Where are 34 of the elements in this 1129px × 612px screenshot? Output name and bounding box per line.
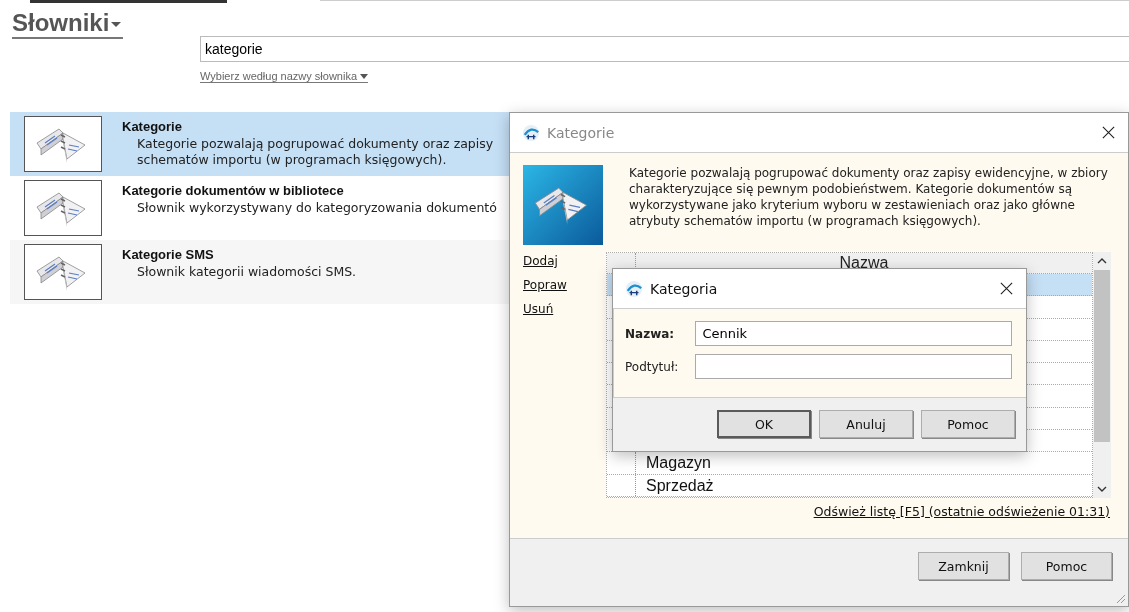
dialog-button[interactable]: Pomoc (1021, 552, 1112, 580)
dialog-button[interactable]: OK (717, 410, 811, 438)
scrollbar[interactable] (1093, 252, 1111, 498)
window-description: Kategorie pozwalają pogrupować dokumenty oraz zapisy ewidencyjne, w zbiory charakteryzujące się pewnym podobieństwem. Kategorie dokumentów są wykorzystywane jako kryterium wyboru w zestawieniach oraz jako główne atrybuty schematów importu (w programach księgowych). (629, 165, 1109, 230)
grid-row[interactable]: Sprzedaż (607, 474, 1092, 498)
close-icon[interactable] (999, 281, 1014, 296)
dialog-button[interactable]: Pomoc (921, 410, 1015, 438)
dictionary-description: Słownik wykorzystywany do kategoryzowania dokumentó (137, 200, 497, 216)
dictionary-name: Kategorie dokumentów w bibliotece (122, 183, 345, 198)
text-field[interactable] (695, 354, 1012, 379)
dictionary-description: Kategorie pozwalają pogrupować dokumenty oraz zapisy schematów importu (w programach księgowych). (137, 136, 494, 168)
dialog-button[interactable]: Anuluj (819, 410, 913, 438)
action-link[interactable]: Usuń (523, 302, 554, 316)
dictionary-name: Kategorie SMS (122, 247, 215, 262)
dictionary-item[interactable]: Kategorie SMS Słownik kategorii wiadomości SMS. (10, 240, 510, 304)
filter-dropdown-link[interactable]: Wybierz według nazwy słownika (200, 70, 369, 83)
search-field[interactable]: kategorie (200, 36, 1129, 62)
dialog-button[interactable]: Zamknij (918, 552, 1009, 580)
refresh-link[interactable]: Odśwież listę [F5] (ostatnie odświeżenie 01:31) (813, 504, 1110, 519)
dictionary-item[interactable]: Kategorie Kategorie pozwalają pogrupować dokumenty oraz zapisy schematów importu (w programach księgowych). (10, 112, 510, 176)
text-field[interactable]: Cennik (695, 321, 1012, 346)
dictionary-name: Kategorie (122, 119, 183, 134)
field-label: Nazwa: (625, 326, 676, 341)
resize-grip-icon[interactable] (1114, 592, 1126, 604)
app-logo-icon (625, 279, 643, 298)
action-link[interactable]: Dodaj (523, 254, 558, 268)
app-logo-icon (522, 123, 540, 142)
field-label: Podtytuł: (625, 359, 680, 374)
dialog-title: Kategoria (650, 280, 718, 297)
window-title: Kategorie (547, 124, 615, 141)
page-title[interactable]: Słowniki (12, 9, 124, 39)
dictionary-description: Słownik kategorii wiadomości SMS. (137, 264, 357, 280)
action-link[interactable]: Popraw (523, 278, 567, 292)
close-icon[interactable] (1101, 125, 1116, 140)
